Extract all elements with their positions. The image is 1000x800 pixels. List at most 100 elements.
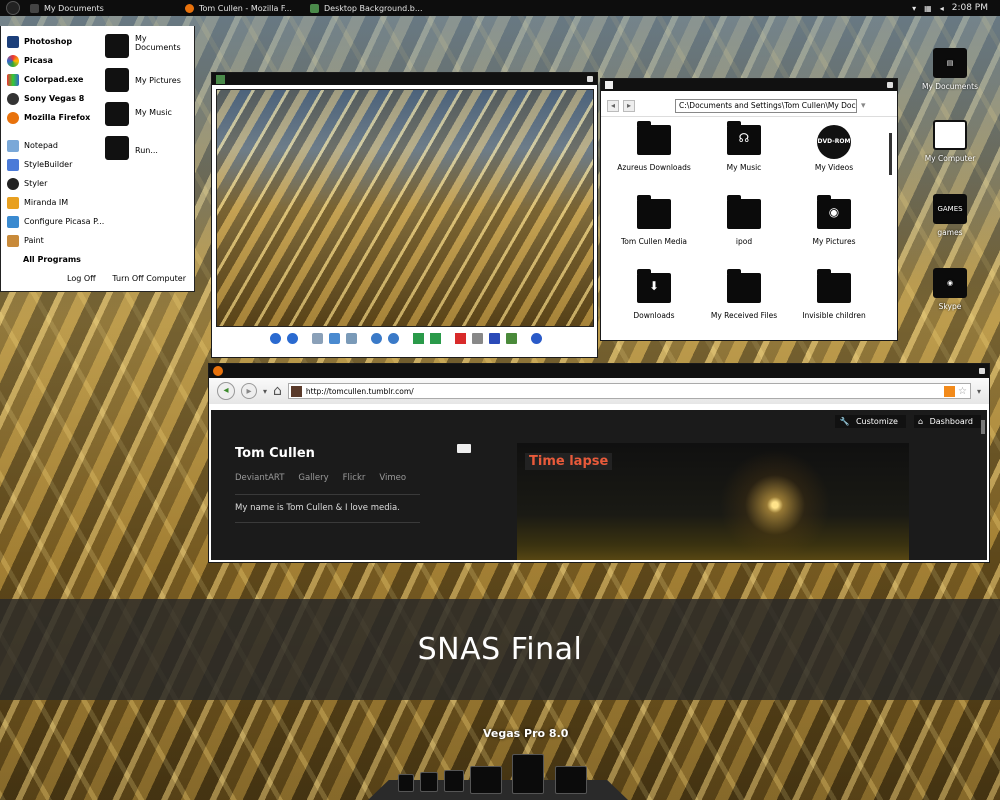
rotate-counterclockwise-icon[interactable] <box>429 333 441 344</box>
image-icon <box>310 3 319 13</box>
folder-downloads[interactable]: ⬇ Downloads <box>609 269 699 335</box>
blog-description: My name is Tom Cullen & I love media. <box>235 503 400 513</box>
dashboard-button[interactable]: ⌂ Dashboard <box>913 415 981 428</box>
run-icon <box>105 136 129 160</box>
scrollbar-thumb[interactable] <box>889 133 892 175</box>
blog-title[interactable]: Tom Cullen <box>235 446 315 461</box>
rotate-clockwise-icon[interactable] <box>412 333 424 344</box>
explorer-nav: ◂ ▸ C:\Documents and Settings\Tom Cullen… <box>601 95 897 117</box>
documents-icon: ▤ <box>933 48 967 78</box>
post-title[interactable]: Time lapse <box>525 453 613 470</box>
place-my-music[interactable]: My Music <box>105 102 195 136</box>
address-bar[interactable]: C:\Documents and Settings\Tom Cullen\My … <box>675 98 857 113</box>
place-my-documents[interactable]: My Documents <box>105 34 195 68</box>
image-icon <box>216 74 225 84</box>
dock-item-media[interactable] <box>420 772 438 792</box>
vegas-icon <box>7 92 19 105</box>
navigation-toolbar: ◂ ▸ ▾ ⌂ http://tomcullen.tumblr.com/ ☆ ▾ <box>209 378 989 404</box>
chevron-down-icon[interactable]: ▾ <box>977 387 981 396</box>
slideshow-icon[interactable] <box>345 333 357 344</box>
dvd-icon: DVD-ROM <box>817 125 851 159</box>
zoom-out-icon[interactable] <box>387 333 399 344</box>
program-styler[interactable]: Styler <box>1 174 194 193</box>
back-button[interactable]: ◂ <box>217 382 235 400</box>
desktop-icon-my-computer[interactable]: My Computer <box>905 120 995 163</box>
folder-my-received-files[interactable]: My Received Files <box>699 269 789 335</box>
url-bar[interactable]: http://tomcullen.tumblr.com/ ☆ <box>287 383 971 399</box>
place-my-pictures[interactable]: My Pictures <box>105 68 195 102</box>
help-icon[interactable] <box>530 333 542 344</box>
desktop-icon-skype[interactable]: ◉ Skype <box>905 268 995 311</box>
home-icon[interactable]: ⌂ <box>273 383 282 399</box>
scrollbar[interactable] <box>981 420 985 434</box>
link-vimeo[interactable]: Vimeo <box>379 473 406 483</box>
forward-button[interactable]: ▸ <box>241 383 257 399</box>
program-miranda[interactable]: Miranda IM <box>1 193 194 212</box>
start-menu: Photoshop Picasa Colorpad.exe Sony Vegas… <box>0 26 195 292</box>
turn-off-button[interactable]: Turn Off Computer <box>112 274 186 283</box>
folder-my-music[interactable]: ☊ My Music <box>699 121 789 187</box>
program-configure-picasa[interactable]: Configure Picasa P... <box>1 212 194 231</box>
close-icon[interactable] <box>887 82 893 88</box>
program-paint[interactable]: Paint <box>1 231 194 250</box>
dock-item-vegas[interactable] <box>512 754 544 794</box>
dock-item-dvd[interactable] <box>398 774 414 792</box>
rss-icon[interactable] <box>944 385 956 397</box>
actual-size-icon[interactable] <box>328 333 340 344</box>
save-icon[interactable] <box>488 333 500 344</box>
dock-item-disc[interactable] <box>555 766 587 794</box>
link-gallery[interactable]: Gallery <box>298 473 328 483</box>
folder-my-videos[interactable]: DVD-ROM My Videos <box>789 125 879 187</box>
divider <box>235 494 420 495</box>
log-off-button[interactable]: Log Off <box>67 274 96 283</box>
delete-icon[interactable] <box>454 333 466 344</box>
link-deviantart[interactable]: DeviantART <box>235 473 284 483</box>
camera-folder-icon: ◉ <box>817 195 851 229</box>
close-icon[interactable] <box>979 368 985 374</box>
start-button[interactable] <box>6 1 20 15</box>
scrollbar[interactable] <box>888 125 893 325</box>
link-flickr[interactable]: Flickr <box>343 473 366 483</box>
folder-my-pictures[interactable]: ◉ My Pictures <box>789 195 879 261</box>
taskbar-task-my-documents[interactable]: My Documents <box>24 0 149 16</box>
history-dropdown-icon[interactable]: ▾ <box>263 387 267 396</box>
folder-azureus-downloads[interactable]: Azureus Downloads <box>609 121 699 187</box>
download-folder-icon: ⬇ <box>637 269 671 303</box>
folder-tom-cullen-media[interactable]: Tom Cullen Media <box>609 195 699 261</box>
previous-icon[interactable] <box>269 333 281 344</box>
folder-grid: Azureus Downloads ☊ My Music DVD-ROM My Vi… <box>609 121 879 335</box>
documents-icon <box>105 34 129 58</box>
post-image[interactable]: Time lapse <box>517 443 909 560</box>
star-icon[interactable]: ☆ <box>958 386 967 397</box>
customize-button[interactable]: 🔧 Customize <box>835 415 906 428</box>
taskbar-task-desktop-background[interactable]: Desktop Background.b... <box>304 0 429 16</box>
place-run[interactable]: Run... <box>105 136 195 170</box>
chevron-down-icon[interactable]: ▾ <box>861 101 866 111</box>
network-icon[interactable]: ▦ <box>924 4 932 13</box>
back-button[interactable]: ◂ <box>607 99 619 112</box>
taskbar-task-firefox[interactable]: Tom Cullen - Mozilla F... <box>179 0 304 16</box>
folder-invisible-children[interactable]: Invisible children <box>789 269 879 335</box>
desktop-icon-my-documents[interactable]: ▤ My Documents <box>905 48 995 91</box>
next-icon[interactable] <box>286 333 298 344</box>
zoom-in-icon[interactable] <box>370 333 382 344</box>
dock-item-camera[interactable] <box>470 766 502 794</box>
edit-icon[interactable] <box>505 333 517 344</box>
all-programs[interactable]: All Programs <box>23 255 81 264</box>
clock[interactable]: 2:08 PM <box>952 3 988 13</box>
volume-icon[interactable]: ◂ <box>940 4 944 13</box>
picasa-icon <box>7 54 19 67</box>
window-titlebar[interactable] <box>212 73 597 85</box>
desktop-icon-games[interactable]: GAMES games <box>905 194 995 237</box>
close-icon[interactable] <box>587 76 593 82</box>
window-titlebar[interactable] <box>601 79 897 91</box>
window-titlebar[interactable] <box>209 364 989 378</box>
chevron-down-icon[interactable]: ▾ <box>912 4 916 13</box>
print-icon[interactable] <box>471 333 483 344</box>
forward-button[interactable]: ▸ <box>623 99 635 112</box>
folder-ipod[interactable]: ipod <box>699 195 789 261</box>
best-fit-icon[interactable] <box>311 333 323 344</box>
dock-item-mail[interactable] <box>444 770 464 792</box>
taskbar: My Documents Tom Cullen - Mozilla F... D… <box>0 0 1000 16</box>
firefox-icon <box>213 366 223 376</box>
